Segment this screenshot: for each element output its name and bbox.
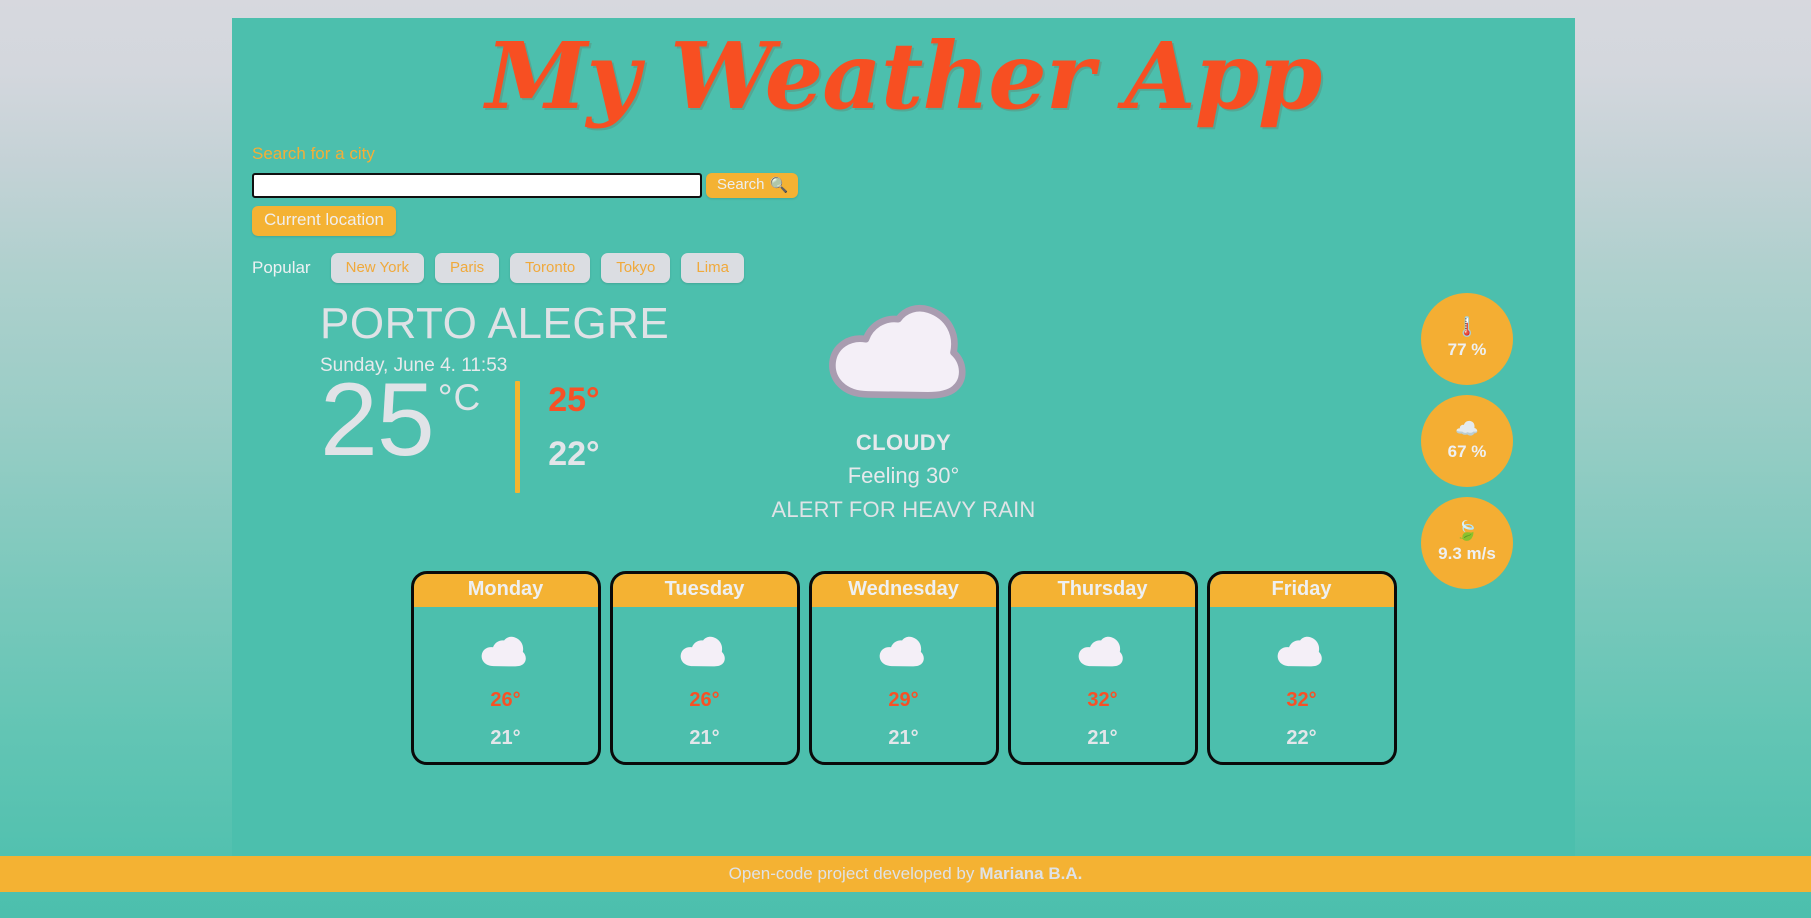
magnifier-icon: 🔍 — [769, 176, 789, 194]
forecast-card-thursday[interactable]: Thursday 32° 21° — [1007, 570, 1198, 765]
main-temperature-wrap: 25 °C — [320, 361, 482, 478]
forecast-max: 32° — [1286, 688, 1317, 711]
search-input[interactable] — [252, 172, 702, 198]
search-button[interactable]: Search 🔍 — [706, 172, 799, 198]
cloud-icon — [481, 636, 526, 667]
forecast-max: 26° — [689, 688, 720, 711]
temperature-max: 25° — [548, 380, 600, 419]
popular-city-lima[interactable]: Lima — [681, 252, 744, 283]
minmax-block: 25° 22° — [548, 380, 600, 474]
popular-city-tokyo[interactable]: Tokyo — [601, 252, 671, 283]
forecast-max: 26° — [490, 688, 521, 711]
city-name: PORTO ALEGRE — [320, 298, 670, 348]
search-label: Search for a city — [252, 143, 375, 163]
popular-cities-row: Popular New York Paris Toronto Tokyo Lim… — [232, 252, 1575, 283]
wind-leaf-icon: 🍃 — [1455, 520, 1479, 542]
search-button-label: Search — [717, 176, 765, 194]
stats-column: 🌡️ 77 % ☁️ 67 % 🍃 9.3 m/s — [1421, 292, 1513, 589]
footer-author: Mariana B.A. — [979, 864, 1083, 883]
popular-city-paris[interactable]: Paris — [434, 252, 500, 283]
forecast-min: 21° — [689, 726, 720, 749]
stat-humidity-value: 77 % — [1447, 339, 1487, 359]
stat-cloudiness-value: 67 % — [1447, 441, 1487, 461]
forecast-card-wednesday[interactable]: Wednesday 29° 21° — [808, 570, 999, 765]
forecast-min: 22° — [1286, 726, 1317, 749]
forecast-day-label: Monday — [413, 573, 598, 607]
feels-like-text: Feeling 30° — [847, 462, 960, 488]
current-location-button[interactable]: Current location — [252, 205, 397, 236]
current-weather-section: PORTO ALEGRE Sunday, June 4. 11:53 25 °C… — [232, 292, 1575, 589]
forecast-day-label: Friday — [1209, 573, 1394, 607]
temperature-min: 22° — [548, 435, 600, 474]
page-title: My Weather App — [485, 22, 1323, 130]
forecast-day-label: Tuesday — [612, 573, 797, 607]
main-temperature: 25 — [320, 361, 435, 478]
cloud-icon — [828, 304, 966, 399]
forecast-max: 29° — [888, 688, 919, 711]
forecast-min: 21° — [888, 726, 919, 749]
search-section: Search for a city Search 🔍 Current locat… — [232, 144, 1575, 236]
forecast-day-label: Thursday — [1010, 573, 1195, 607]
stat-humidity: 🌡️ 77 % — [1421, 292, 1513, 385]
stat-cloudiness: ☁️ 67 % — [1421, 394, 1513, 487]
footer: Open-code project developed by Mariana B… — [0, 856, 1811, 892]
temperature-unit[interactable]: °C — [438, 377, 482, 419]
cloud-icon — [680, 636, 725, 667]
cloud-icon — [1078, 636, 1123, 667]
cloud-icon: ☁️ — [1455, 418, 1479, 440]
forecast-row: Monday 26° 21° Tuesday 26° 21° Wednesday… — [232, 570, 1575, 765]
forecast-card-tuesday[interactable]: Tuesday 26° 21° — [609, 570, 800, 765]
thermometer-icon: 🌡️ — [1455, 316, 1479, 338]
forecast-card-monday[interactable]: Monday 26° 21° — [410, 570, 601, 765]
stat-wind-value: 9.3 m/s — [1438, 543, 1496, 563]
forecast-card-friday[interactable]: Friday 32° 22° — [1206, 570, 1397, 765]
forecast-max: 32° — [1087, 688, 1118, 711]
forecast-min: 21° — [1087, 726, 1118, 749]
search-row: Search 🔍 — [252, 172, 1575, 198]
popular-city-new-york[interactable]: New York — [330, 252, 424, 283]
stat-wind: 🍃 9.3 m/s — [1421, 496, 1513, 589]
condition-block: CLOUDY Feeling 30° ALERT FOR HEAVY RAIN — [694, 301, 1114, 523]
cloud-icon — [879, 636, 924, 667]
temperature-block: 25 °C 25° 22° — [320, 361, 600, 493]
popular-city-toronto[interactable]: Toronto — [510, 252, 591, 283]
cloud-icon — [1277, 636, 1322, 667]
forecast-min: 21° — [490, 726, 521, 749]
weather-app-card: My Weather App Search for a city Search … — [232, 18, 1575, 863]
weather-alert-text: ALERT FOR HEAVY RAIN — [771, 496, 1036, 522]
temperature-divider — [515, 380, 521, 493]
forecast-day-label: Wednesday — [811, 573, 996, 607]
footer-text: Open-code project developed by — [728, 864, 975, 883]
popular-label: Popular — [252, 257, 311, 277]
condition-text: CLOUDY — [855, 429, 952, 455]
